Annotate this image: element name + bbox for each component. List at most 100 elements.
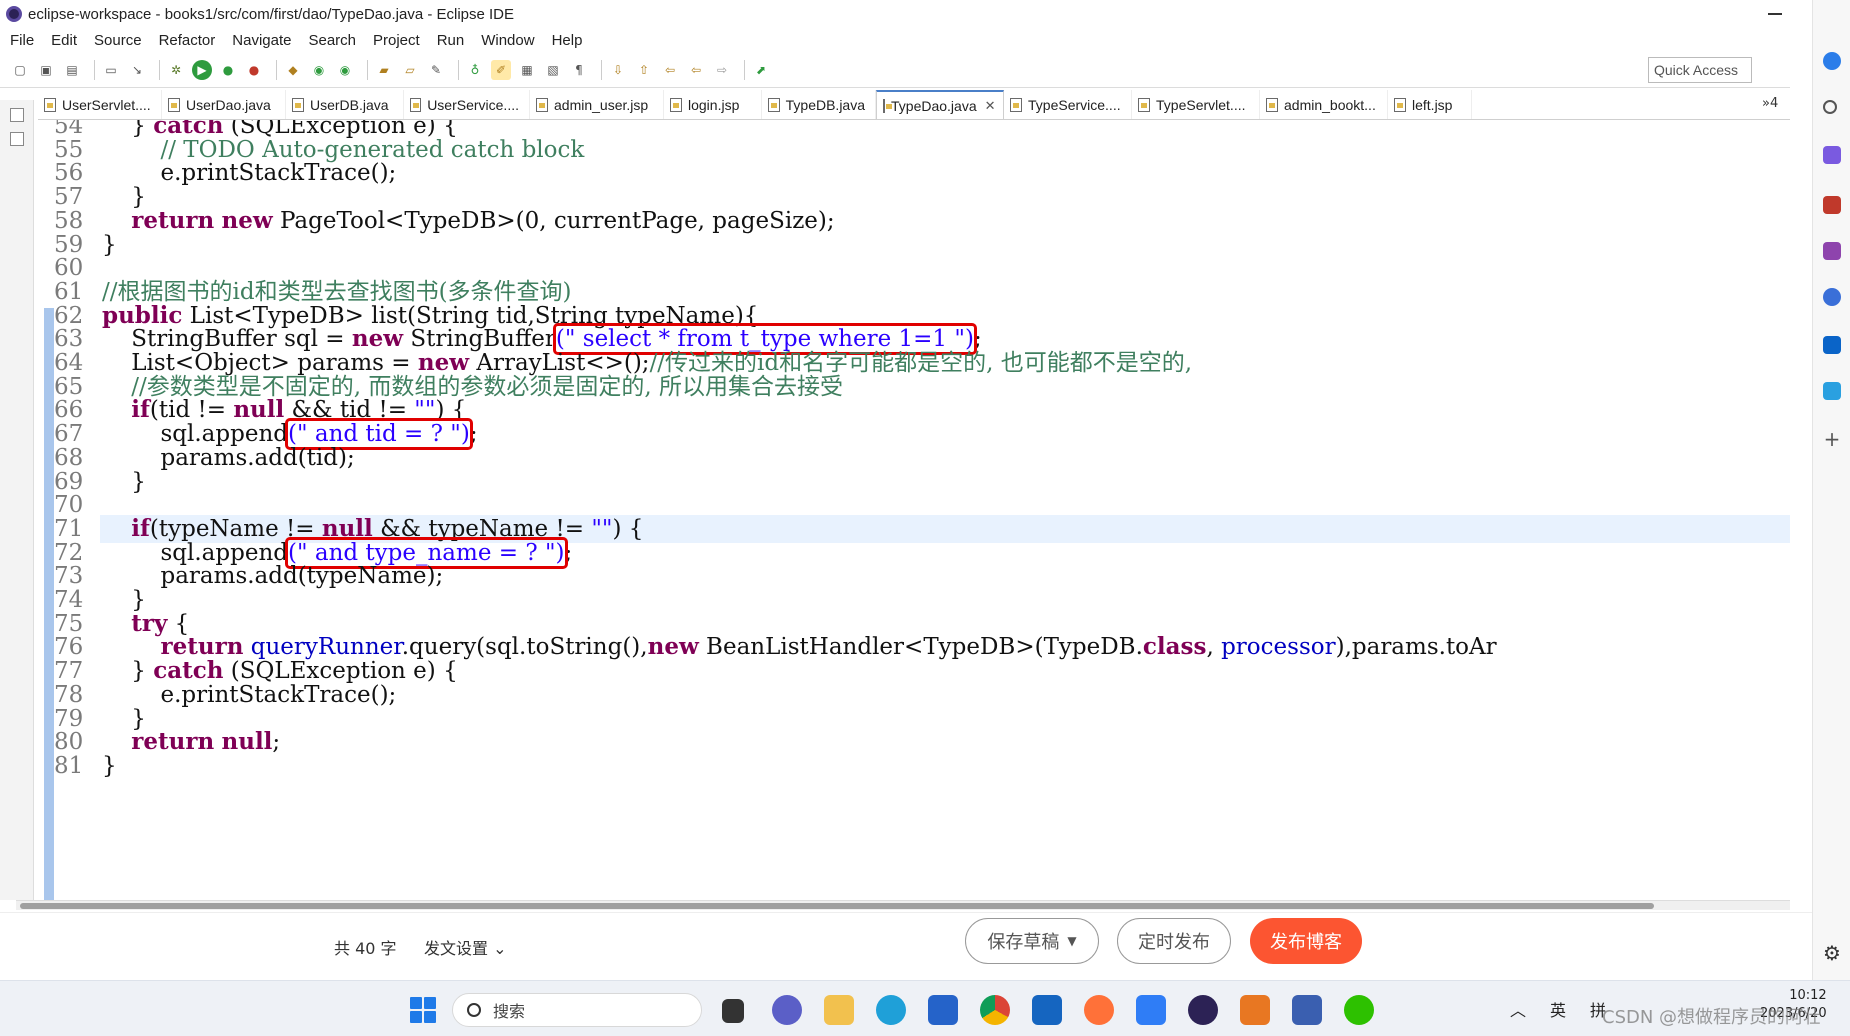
settings-gear-icon[interactable]: ⚙	[1823, 943, 1841, 963]
block-selection-icon[interactable]: ▦	[517, 60, 537, 80]
code-line[interactable]: e.printStackTrace();	[102, 681, 396, 709]
save-all-icon[interactable]: ▤	[62, 60, 82, 80]
debug-icon[interactable]: ✲	[166, 60, 186, 80]
editor-tab[interactable]: TypeService....	[1004, 90, 1132, 119]
chevron-up-icon[interactable]: ︿	[1510, 997, 1526, 1021]
store-icon[interactable]	[928, 995, 958, 1025]
post-settings-dropdown[interactable]: 发文设置 ⌄	[424, 935, 507, 959]
games-icon[interactable]	[1823, 242, 1841, 260]
editor-tab[interactable]: UserDao.java	[162, 90, 286, 119]
outlook-icon[interactable]	[1823, 336, 1841, 354]
menu-file[interactable]: File	[10, 32, 34, 49]
terminal-icon[interactable]: ▭	[101, 60, 121, 80]
editor-tab[interactable]: TypeDao.java ✕	[876, 90, 1004, 119]
mail-icon[interactable]	[1032, 995, 1062, 1025]
windows-start-icon[interactable]	[410, 997, 436, 1023]
horizontal-scrollbar[interactable]	[16, 900, 1790, 910]
save-icon[interactable]: ▣	[36, 60, 56, 80]
copilot-icon[interactable]	[1823, 52, 1841, 70]
next-annotation-icon[interactable]: ⇩	[608, 60, 628, 80]
code-line[interactable]: }	[102, 231, 117, 259]
close-tab-icon[interactable]: ✕	[985, 98, 996, 114]
menu-run[interactable]: Run	[437, 32, 465, 49]
skip-breakpoints-icon[interactable]: ↘	[127, 60, 147, 80]
tools-icon[interactable]	[1823, 196, 1841, 214]
editor-tab[interactable]: login.jsp	[664, 90, 762, 119]
menu-navigate[interactable]: Navigate	[232, 32, 291, 49]
menu-window[interactable]: Window	[481, 32, 534, 49]
editor-tab[interactable]: TypeServlet....	[1132, 90, 1260, 119]
new-icon[interactable]: ▢	[10, 60, 30, 80]
edge-icon[interactable]	[876, 995, 906, 1025]
office-icon[interactable]	[1823, 288, 1841, 306]
menu-search[interactable]: Search	[308, 32, 356, 49]
new-java-project-icon[interactable]: ◆	[283, 60, 303, 80]
editor-tab[interactable]: UserDB.java	[286, 90, 404, 119]
code-line[interactable]: }	[102, 752, 117, 780]
editor-tab[interactable]: admin_user.jsp	[530, 90, 664, 119]
editor-tab[interactable]: UserService....	[404, 90, 530, 119]
drop-icon[interactable]	[1823, 382, 1841, 400]
menu-source[interactable]: Source	[94, 32, 142, 49]
menu-project[interactable]: Project	[373, 32, 420, 49]
editor-tab-label: UserService....	[427, 96, 519, 113]
ime-indicator-english[interactable]: 英	[1550, 997, 1566, 1021]
save-draft-button[interactable]: 保存草稿 ▼	[965, 918, 1099, 964]
remote-desktop-icon[interactable]	[1292, 995, 1322, 1025]
code-token: ;	[564, 539, 573, 566]
wechat-icon[interactable]	[1344, 995, 1374, 1025]
code-token: ;	[272, 729, 281, 756]
menu-edit[interactable]: Edit	[51, 32, 77, 49]
minimize-icon[interactable]	[1768, 13, 1782, 15]
eclipse-taskbar-icon[interactable]	[1188, 995, 1218, 1025]
code-line[interactable]: e.printStackTrace();	[102, 159, 396, 187]
file-explorer-icon[interactable]	[824, 995, 854, 1025]
office-app-icon[interactable]	[1240, 995, 1270, 1025]
toggle-breadcrumb-icon[interactable]: ♁	[465, 60, 485, 80]
chrome-icon[interactable]	[980, 995, 1010, 1025]
code-line[interactable]: }	[102, 468, 146, 496]
taskbar-search-box[interactable]: 搜索	[452, 993, 702, 1027]
code-line[interactable]: return new PageTool<TypeDB>(0, currentPa…	[102, 207, 834, 235]
search-icon[interactable]: ✎	[426, 60, 446, 80]
teams-chat-icon[interactable]	[772, 995, 802, 1025]
open-type-icon[interactable]: ▰	[374, 60, 394, 80]
show-whitespace-icon[interactable]: ¶	[569, 60, 589, 80]
editor-tab[interactable]: UserServlet....	[38, 90, 162, 119]
firefox-icon[interactable]	[1084, 995, 1114, 1025]
horizontal-scroll-thumb[interactable]	[20, 903, 1654, 909]
mark-occurrences-icon[interactable]: ✐	[491, 59, 511, 80]
new-class-icon[interactable]: ◉	[335, 60, 355, 80]
schedule-publish-button[interactable]: 定时发布	[1117, 918, 1231, 964]
last-edit-icon[interactable]: ⇦	[660, 60, 680, 80]
back-icon[interactable]: ⇦	[686, 60, 706, 80]
menu-refactor[interactable]: Refactor	[159, 32, 216, 49]
external-tools-icon[interactable]: ●	[244, 60, 264, 80]
pin-editor-icon[interactable]: ⬈	[751, 60, 771, 80]
new-package-icon[interactable]: ◉	[309, 60, 329, 80]
package-explorer-icon[interactable]	[10, 132, 24, 146]
restore-icon[interactable]	[10, 108, 24, 122]
coverage-icon[interactable]: ●	[218, 60, 238, 80]
menu-help[interactable]: Help	[552, 32, 583, 49]
word-wrap-icon[interactable]: ▧	[543, 60, 563, 80]
chevron-down-icon: ⌄	[488, 939, 507, 958]
editor-tab[interactable]: admin_bookt...	[1260, 90, 1388, 119]
editor-tab[interactable]: TypeDB.java	[762, 90, 876, 119]
open-resource-icon[interactable]: ▱	[400, 60, 420, 80]
code-editor[interactable]: 54 55 56 57 58 59 60 61 62 63 64 65 66 67 68 69 70 71 72 73…	[36, 120, 1790, 900]
run-icon[interactable]: ▶	[192, 59, 212, 80]
xmind-icon[interactable]	[1136, 995, 1166, 1025]
previous-annotation-icon[interactable]: ⇧	[634, 60, 654, 80]
editor-tab[interactable]: left.jsp	[1388, 90, 1472, 119]
publish-blog-button[interactable]: 发布博客	[1250, 918, 1362, 964]
task-view-icon[interactable]	[722, 999, 744, 1023]
collections-icon[interactable]	[1823, 146, 1841, 164]
forward-icon[interactable]: ⇨	[712, 60, 732, 80]
code-line[interactable]: return null;	[102, 728, 280, 756]
add-icon[interactable]: +	[1823, 429, 1841, 449]
search-icon[interactable]	[1823, 100, 1837, 114]
java-file-icon	[1394, 97, 1406, 112]
quick-access-input[interactable]: Quick Access	[1648, 57, 1752, 83]
code-line[interactable]: params.add(typeName);	[102, 562, 443, 590]
